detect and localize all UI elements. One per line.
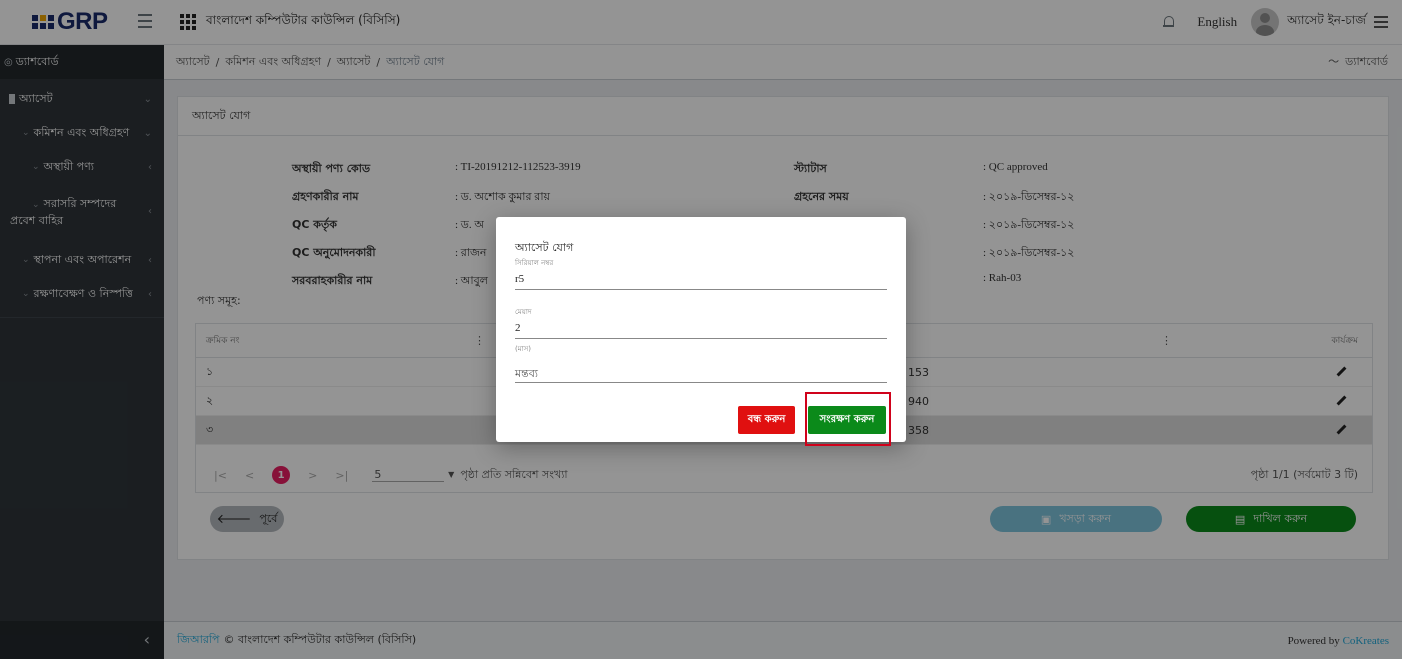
remarks-input[interactable]: মন্তব্য xyxy=(515,361,887,383)
highlight-box xyxy=(805,392,891,446)
serial-number-label: সিরিয়াল নম্বর xyxy=(515,259,554,267)
serial-number-field[interactable]: সিরিয়াল নম্বর r5 xyxy=(515,257,887,290)
modal-title: অ্যাসেট যোগ xyxy=(515,241,574,254)
close-button[interactable]: বন্ধ করুন xyxy=(738,406,795,434)
duration-hint: (মাস) xyxy=(515,345,532,353)
remarks-field[interactable]: মন্তব্য xyxy=(515,361,887,383)
duration-input[interactable]: 2 xyxy=(515,318,887,339)
duration-field[interactable]: মেয়াদ 2 (মাস) xyxy=(515,306,887,355)
duration-label: মেয়াদ xyxy=(515,308,532,316)
serial-number-input[interactable]: r5 xyxy=(515,269,887,290)
